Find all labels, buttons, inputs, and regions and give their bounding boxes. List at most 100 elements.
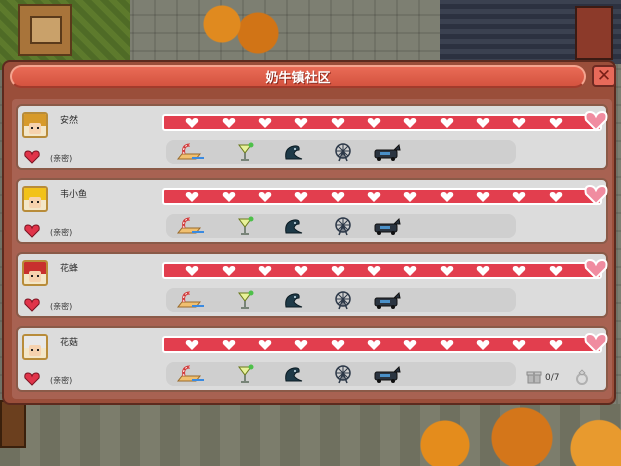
autumn-bushes (401, 396, 621, 466)
cocktail-glass-icon (230, 364, 260, 384)
affection-bar (162, 332, 608, 354)
affection-heart-icon (404, 117, 417, 128)
character-list[interactable]: 安然 (亲密) 韦小鱼 (亲密) 花蜂 (亲密) 花菇 (亲密) 0/7 (12, 99, 612, 399)
affection-heart-icon (367, 117, 381, 128)
beach-chair-icon (176, 364, 206, 384)
affection-heart-icon (185, 265, 199, 276)
max-heart-icon (584, 184, 608, 206)
cocktail-glass-icon (230, 142, 260, 162)
affection-heart-icon (331, 117, 344, 128)
affection-heart-icon (404, 339, 417, 350)
affection-heart-icon (404, 265, 417, 276)
affection-heart-icon (295, 191, 308, 202)
character-avatar (22, 260, 48, 286)
beach-chair-icon (176, 142, 206, 162)
affection-heart-icon (476, 191, 490, 202)
panel-title: 奶牛镇社区 (10, 65, 586, 88)
affection-heart-icon (185, 339, 199, 350)
heart-icon (24, 150, 40, 164)
affection-bar (162, 184, 608, 206)
gift-progress: 0/7 (526, 368, 610, 388)
affection-heart-icon (476, 339, 490, 350)
affection-heart-icon (513, 117, 526, 128)
community-panel: 奶牛镇社区 ✕ 安然 (亲密) 韦小鱼 (亲密) 花蜂 (亲密) 花菇 (亲密)… (2, 60, 616, 405)
motorcycle-icon (372, 290, 402, 310)
affection-heart-icon (404, 191, 417, 202)
close-icon: ✕ (596, 65, 612, 86)
character-avatar (22, 112, 48, 138)
ferris-wheel-icon (328, 290, 358, 310)
character-row[interactable]: 安然 (亲密) (16, 104, 608, 170)
affection-heart-icon (549, 191, 562, 202)
seal-icon (280, 364, 310, 384)
seal-icon (280, 216, 310, 236)
building-roof (440, 0, 621, 64)
max-heart-icon (584, 110, 608, 132)
affection-heart-icon (222, 117, 235, 128)
affection-heart-icon (258, 339, 272, 350)
relationship-status: (亲密) (50, 154, 73, 163)
favorite-gifts (166, 362, 516, 386)
cocktail-glass-icon (230, 290, 260, 310)
autumn-trees (195, 0, 285, 60)
beach-chair-icon (176, 290, 206, 310)
gift-box-icon (526, 371, 542, 384)
affection-heart-icon (295, 117, 308, 128)
affection-heart-icon (440, 339, 453, 350)
gift-progress-count: 0/7 (545, 373, 560, 383)
affection-heart-icon (513, 339, 526, 350)
wooden-crate (0, 400, 26, 448)
affection-heart-icon (367, 339, 381, 350)
max-heart-icon (584, 258, 608, 280)
affection-heart-icon (476, 265, 490, 276)
wedding-ring-icon (576, 369, 588, 385)
affection-heart-icon (440, 191, 453, 202)
affection-heart-icon (295, 265, 308, 276)
heart-icon (24, 298, 40, 312)
affection-heart-icon (222, 265, 235, 276)
affection-heart-icon (222, 339, 235, 350)
affection-heart-icon (331, 191, 344, 202)
character-name: 花蜂 (60, 264, 79, 274)
favorite-gifts (166, 214, 516, 238)
affection-heart-icon (185, 191, 199, 202)
ferris-wheel-icon (328, 216, 358, 236)
affection-heart-icon (513, 265, 526, 276)
character-avatar (22, 334, 48, 360)
affection-heart-icon (549, 265, 562, 276)
affection-heart-icon (476, 117, 490, 128)
affection-heart-icon (258, 265, 272, 276)
character-name: 韦小鱼 (60, 190, 88, 200)
relationship-status: (亲密) (50, 228, 73, 237)
max-heart-icon (584, 332, 608, 354)
affection-heart-icon (549, 117, 562, 128)
ferris-wheel-icon (328, 142, 358, 162)
cocktail-glass-icon (230, 216, 260, 236)
motorcycle-icon (372, 364, 402, 384)
character-row[interactable]: 韦小鱼 (亲密) (16, 178, 608, 244)
favorite-gifts (166, 140, 516, 164)
affection-heart-icon (549, 339, 562, 350)
character-row[interactable]: 花菇 (亲密) 0/7 (16, 326, 608, 392)
motorcycle-icon (372, 216, 402, 236)
beach-chair-icon (176, 216, 206, 236)
favorite-gifts (166, 288, 516, 312)
affection-heart-icon (513, 191, 526, 202)
affection-heart-icon (367, 265, 381, 276)
motorcycle-icon (372, 142, 402, 162)
relationship-status: (亲密) (50, 376, 73, 385)
affection-heart-icon (185, 117, 199, 128)
affection-bar (162, 258, 608, 280)
heart-icon (24, 224, 40, 238)
character-row[interactable]: 花蜂 (亲密) (16, 252, 608, 318)
seal-icon (280, 290, 310, 310)
ferris-wheel-icon (328, 364, 358, 384)
affection-heart-icon (367, 191, 381, 202)
close-button[interactable]: ✕ (592, 65, 616, 87)
affection-heart-icon (440, 117, 453, 128)
character-name: 安然 (60, 116, 79, 126)
affection-heart-icon (258, 117, 272, 128)
affection-heart-icon (440, 265, 453, 276)
affection-heart-icon (258, 191, 272, 202)
affection-heart-icon (331, 265, 344, 276)
